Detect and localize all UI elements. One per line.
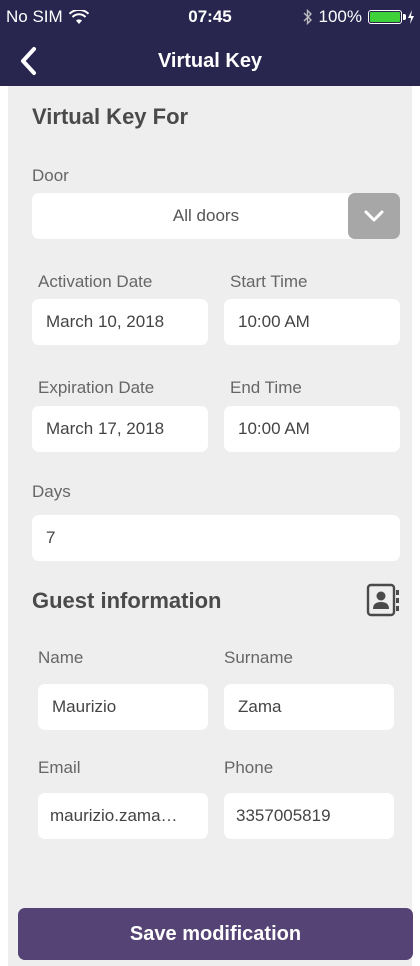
expiration-date-field[interactable]: March 17, 2018 (32, 406, 208, 452)
surname-label: Surname (224, 648, 293, 667)
email-field[interactable]: maurizio.zama… (38, 793, 208, 839)
bluetooth-icon (303, 9, 312, 25)
status-right-group: 100% (303, 7, 414, 27)
end-time-field[interactable]: 10:00 AM (224, 406, 400, 452)
door-label: Door (32, 166, 69, 185)
activation-date-field[interactable]: March 10, 2018 (32, 299, 208, 345)
virtual-key-section-title: Virtual Key For (32, 104, 189, 129)
navigation-bar: Virtual Key (0, 36, 420, 86)
end-time-label: End Time (230, 378, 302, 397)
name-label: Name (38, 648, 84, 667)
contacts-icon[interactable] (366, 583, 400, 617)
charging-icon (408, 10, 414, 24)
door-select[interactable]: All doors (32, 193, 400, 239)
start-time-label: Start Time (230, 272, 308, 291)
days-label: Days (32, 482, 71, 501)
status-bar: No SIM 07:45 100% (0, 0, 420, 36)
email-label: Email (38, 758, 81, 777)
form-content: Virtual Key For Door All doors Activatio… (8, 86, 412, 966)
dropdown-button[interactable] (348, 193, 400, 239)
start-time-field[interactable]: 10:00 AM (224, 299, 400, 345)
expiration-date-label: Expiration Date (38, 378, 155, 397)
activation-date-label: Activation Date (38, 272, 153, 291)
page-title: Virtual Key (157, 50, 263, 72)
phone-label: Phone (224, 758, 274, 777)
guest-section-title: Guest information (32, 588, 222, 613)
battery-icon (368, 10, 406, 24)
door-select-value: All doors (172, 206, 240, 225)
phone-field[interactable]: 3357005819 (224, 793, 394, 839)
name-field[interactable]: Maurizio (38, 684, 208, 730)
chevron-down-icon (364, 210, 384, 222)
battery-fill (370, 12, 400, 22)
days-field[interactable]: 7 (32, 515, 400, 561)
save-modification-button[interactable]: Save modification (18, 908, 413, 960)
surname-field[interactable]: Zama (224, 684, 394, 730)
battery-percent: 100% (318, 7, 362, 26)
header: No SIM 07:45 100% Virtual Key (0, 0, 420, 86)
